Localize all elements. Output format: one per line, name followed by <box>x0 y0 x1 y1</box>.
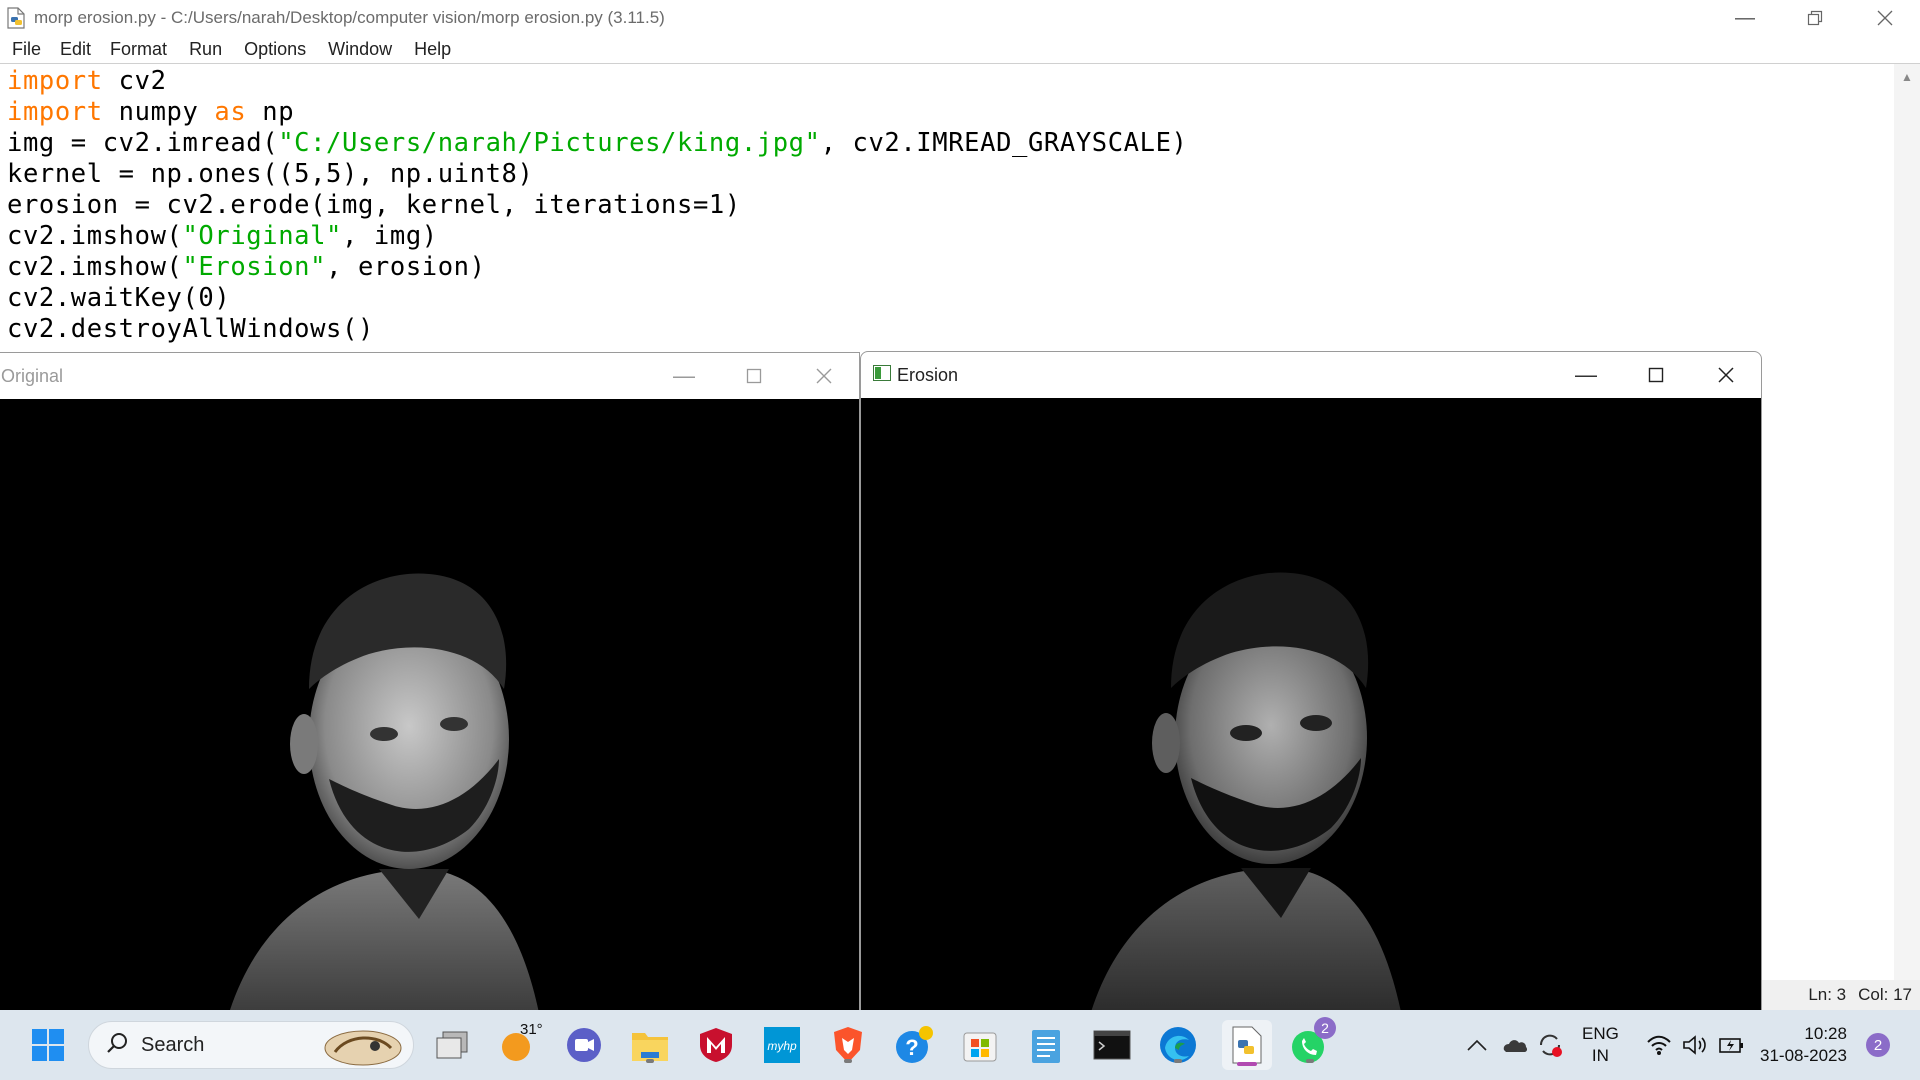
notepad-icon[interactable] <box>1024 1023 1068 1067</box>
file-explorer-icon[interactable] <box>628 1023 672 1067</box>
edge-icon[interactable] <box>1156 1023 1200 1067</box>
lang-top: ENG <box>1582 1024 1619 1043</box>
taskbar: Search 31° myhp ? 2 ENG IN 10:28 31-08-2… <box>0 1010 1920 1080</box>
whatsapp-icon[interactable]: 2 <box>1288 1017 1336 1067</box>
original-minimize-button[interactable]: — <box>649 353 719 399</box>
menu-run[interactable]: Run <box>189 39 222 60</box>
original-window-title: Original <box>1 365 64 386</box>
close-button[interactable] <box>1850 0 1920 36</box>
notification-center[interactable]: 2 <box>1866 1010 1890 1080</box>
menu-window[interactable]: Window <box>328 39 392 60</box>
original-image-window: Original — <box>0 352 860 1012</box>
wifi-icon[interactable] <box>1646 1010 1672 1080</box>
window-title: morp erosion.py - C:/Users/narah/Desktop… <box>34 8 665 27</box>
erosion-minimize-button[interactable]: — <box>1551 352 1621 398</box>
code-line[interactable]: kernel = np.ones((5,5), np.uint8) <box>7 159 1188 190</box>
onedrive-icon[interactable] <box>1500 1010 1528 1080</box>
menu-help[interactable]: Help <box>414 39 451 60</box>
erosion-image <box>861 398 1761 1011</box>
mcafee-icon[interactable] <box>694 1023 738 1067</box>
code-line[interactable]: import numpy as np <box>7 97 1188 128</box>
line-number: Ln: 3 <box>1808 985 1847 1004</box>
language-indicator[interactable]: ENG IN <box>1582 1010 1619 1080</box>
lang-bottom: IN <box>1591 1046 1609 1065</box>
original-close-button[interactable] <box>789 353 859 399</box>
terminal-icon[interactable] <box>1090 1023 1134 1067</box>
erosion-window-title: Erosion <box>897 364 959 385</box>
menu-options[interactable]: Options <box>244 39 306 60</box>
store-icon[interactable] <box>958 1023 1002 1067</box>
whatsapp-badge: 2 <box>1314 1017 1336 1039</box>
weather-icon[interactable]: 31° <box>496 1021 543 1067</box>
python-idle-icon[interactable] <box>1222 1020 1272 1070</box>
search-highlight-icon <box>323 1026 403 1071</box>
clock[interactable]: 10:28 31-08-2023 <box>1760 1010 1847 1080</box>
volume-icon[interactable] <box>1682 1010 1708 1080</box>
idle-titlebar: morp erosion.py - C:/Users/narah/Desktop… <box>0 0 1920 36</box>
code-text[interactable]: import cv2 import numpy as np img = cv2.im… <box>7 66 1188 345</box>
code-line[interactable]: cv2.imshow("Erosion", erosion) <box>7 252 1188 283</box>
vertical-scrollbar[interactable]: ▲ ▼ <box>1894 64 1920 1010</box>
battery-icon[interactable] <box>1718 1010 1746 1080</box>
opencv-window-icon <box>873 364 891 386</box>
status-bar: Ln: 3 Col: 17 <box>1760 980 1920 1010</box>
scroll-up-icon[interactable]: ▲ <box>1901 70 1913 84</box>
menu-file[interactable]: File <box>12 39 41 60</box>
code-line[interactable]: erosion = cv2.erode(img, kernel, iterati… <box>7 190 1188 221</box>
clock-date: 31-08-2023 <box>1760 1046 1847 1065</box>
erosion-close-button[interactable] <box>1691 352 1761 398</box>
show-hidden-icons[interactable] <box>1466 1010 1488 1080</box>
minimize-button[interactable]: — <box>1710 0 1780 36</box>
help-icon[interactable]: ? <box>892 1023 936 1067</box>
notification-badge: 2 <box>1866 1033 1890 1057</box>
taskbar-search-box[interactable]: Search <box>88 1021 414 1069</box>
original-image <box>0 399 859 1011</box>
search-icon <box>105 1031 129 1060</box>
erosion-image-window: Erosion — <box>860 351 1762 1012</box>
start-icon[interactable] <box>26 1023 70 1067</box>
svg-text:?: ? <box>905 1035 918 1060</box>
code-line[interactable]: cv2.imshow("Original", img) <box>7 221 1188 252</box>
brave-icon[interactable] <box>826 1023 870 1067</box>
column-number: Col: 17 <box>1858 985 1912 1004</box>
menu-format[interactable]: Format <box>110 39 167 60</box>
restore-button[interactable] <box>1780 0 1850 36</box>
search-label: Search <box>141 1033 205 1056</box>
original-titlebar: Original — <box>0 353 859 399</box>
teams-icon[interactable] <box>562 1023 606 1067</box>
task-view-icon[interactable] <box>430 1023 474 1067</box>
myhp-icon[interactable]: myhp <box>760 1023 804 1067</box>
erosion-maximize-button[interactable] <box>1621 352 1691 398</box>
weather-temp: 31° <box>520 1021 543 1038</box>
clock-time: 10:28 <box>1804 1024 1847 1043</box>
code-line[interactable]: cv2.waitKey(0) <box>7 283 1188 314</box>
menu-bar: File Edit Format Run Options Window Help <box>0 36 1920 64</box>
sync-icon[interactable] <box>1536 1010 1564 1080</box>
menu-edit[interactable]: Edit <box>60 39 91 60</box>
erosion-titlebar: Erosion — <box>861 352 1761 398</box>
original-maximize-button[interactable] <box>719 353 789 399</box>
python-file-icon <box>6 7 26 29</box>
code-line[interactable]: img = cv2.imread("C:/Users/narah/Picture… <box>7 128 1188 159</box>
code-line[interactable]: cv2.destroyAllWindows() <box>7 314 1188 345</box>
svg-text:myhp: myhp <box>767 1039 797 1053</box>
code-line[interactable]: import cv2 <box>7 66 1188 97</box>
